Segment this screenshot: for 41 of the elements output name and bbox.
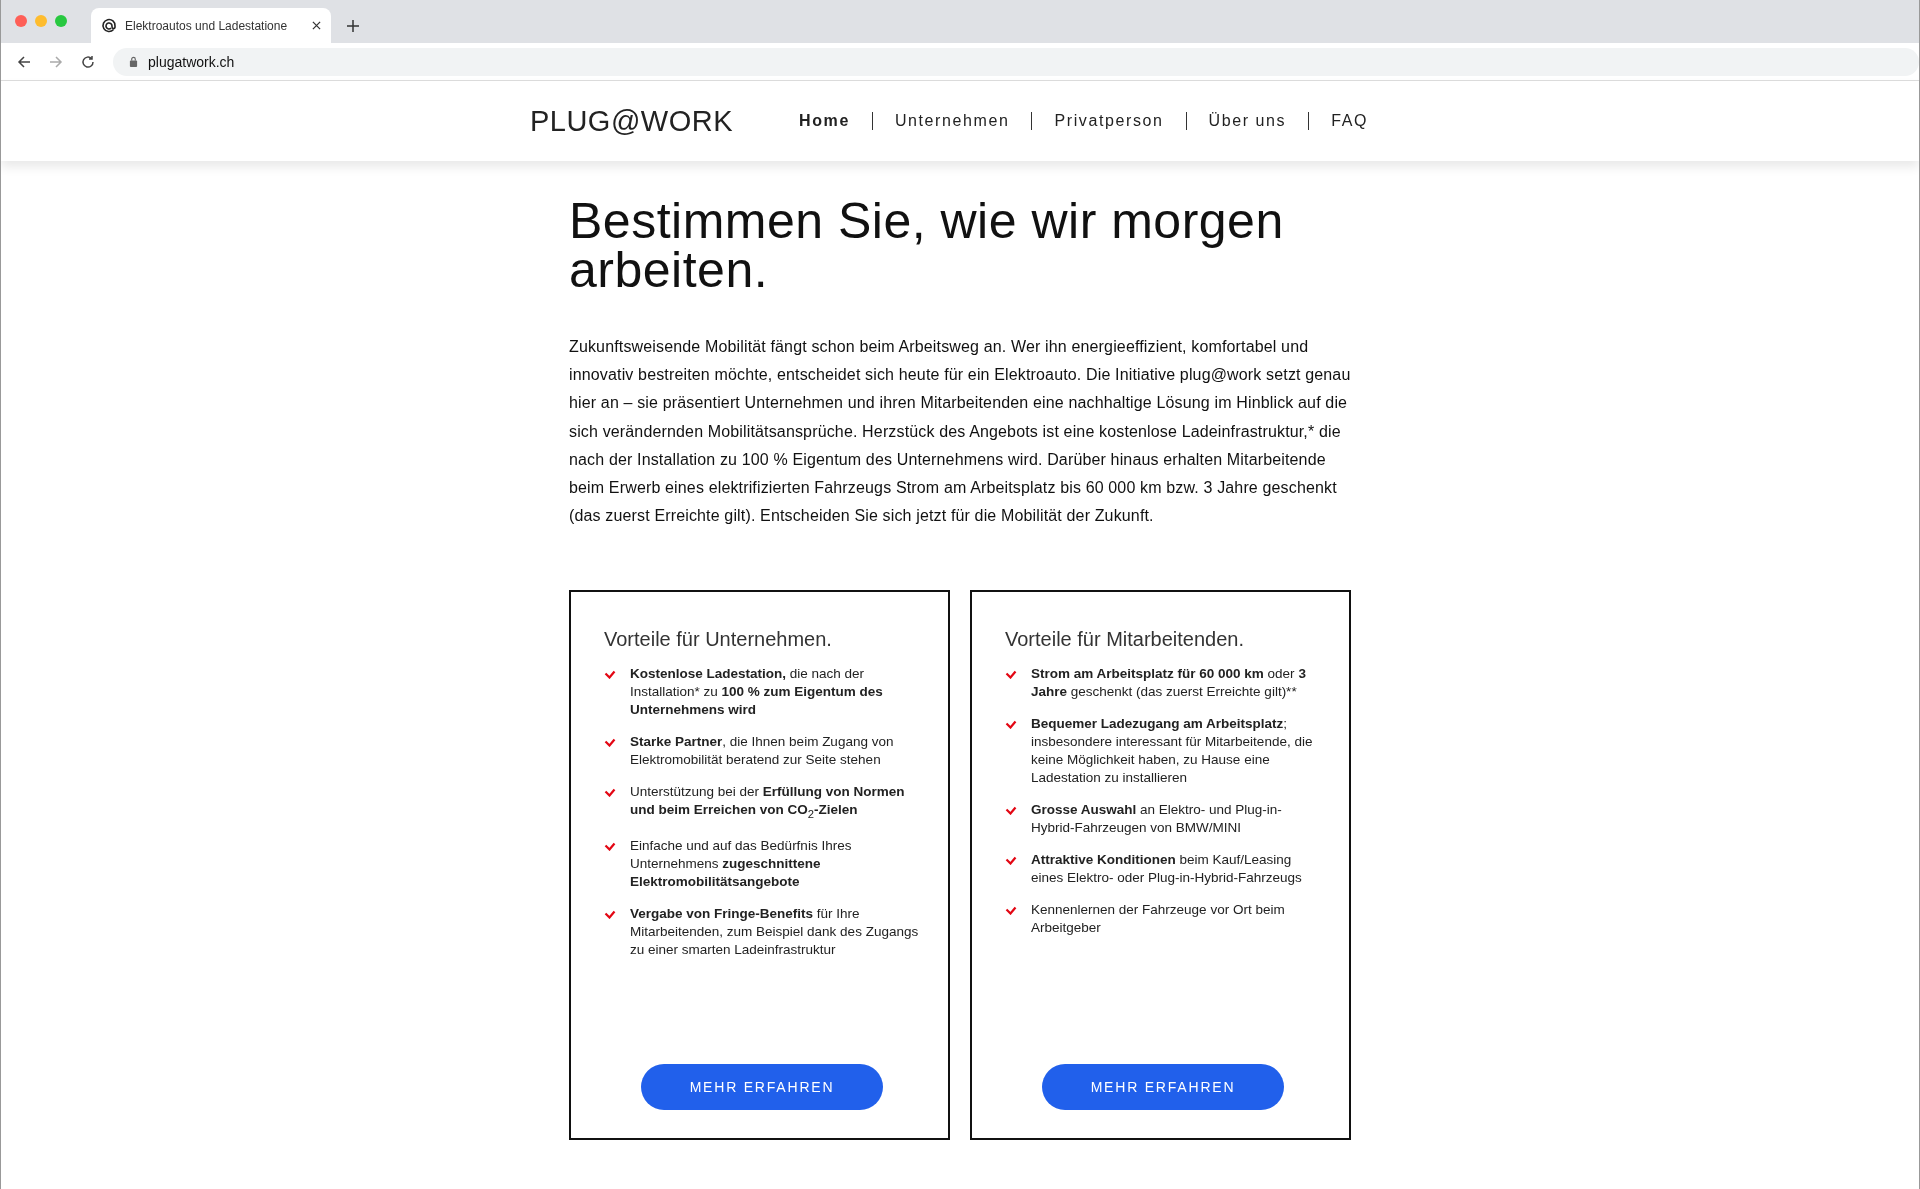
benefit-text: Kostenlose Ladestation, die nach der Installation* zu 100 % zum Eigentum des Unternehmens wird (630, 665, 884, 720)
address-field[interactable]: plugatwork.ch (113, 47, 1919, 76)
checkmark-icon (1005, 855, 1017, 866)
lock-icon (129, 56, 138, 67)
close-icon[interactable] (312, 21, 321, 30)
benefit-text: Attraktive Konditionen beim Kauf/Leasing eines Elektro- oder Plug-in-Hybrid-Fahrzeugs (1031, 851, 1303, 888)
tab-title: Elektroautos und Ladestatione (125, 18, 289, 33)
checkmark-icon (604, 737, 616, 748)
browser-tab[interactable]: Elektroautos und Ladestatione (91, 8, 331, 43)
intro-paragraph: Zukunftsweisende Mobilität fängt schon beim Arbeitsweg an. Wer ihn energieeffizient, komfortabel und innovativ bestreiten möchte, entscheidet sich heute für ein Elektroauto. Die Initiative plug@work setzt genau hier an – sie präsentiert Unternehmen und ihren Mitarbeitenden eine nachhaltige Lösung im Hinblick auf die sich verändernden Mobilitätsansprüche. Herzstück des Angebots ist eine kostenlose Ladeinfrastruktur,* die nach der Installation zu 100 % Eigentum des Unternehmens wird. Darüber hinaus erhalten Mitarbeitende beim Erwerb eines elektrifizierten Fahrzeugs Strom am Arbeitsplatz bis 60 000 km bzw. 3 Jahre geschenkt (das zuerst Erreichte gilt). Entscheiden Sie sich jetzt für die Mobilität der Zukunft. (569, 337, 1351, 527)
nav-link[interactable]: FAQ (1309, 112, 1391, 130)
benefit-text: Bequemer Ladezugang am Arbeitsplatz; insbesondere interessant für Mitarbeitende, die keine Möglichkeit haben, zu Hause eine Ladestation zu installieren (1031, 715, 1314, 788)
more-button[interactable]: MEHR ERFAHREN (641, 1064, 883, 1111)
benefit-text: Grosse Auswahl an Elektro- und Plug-in-Hybrid-Fahrzeugen von BMW/MINI (1031, 801, 1283, 838)
benefit-text: Unterstützung bei der Erfüllung von Normen und beim Erreichen von CO$_{2}$-Zielen (630, 783, 906, 823)
at-sign-icon (101, 17, 117, 34)
back-arrow-icon[interactable] (17, 54, 31, 69)
checkmark-icon (604, 787, 616, 798)
nav-link[interactable]: Privatperson (1032, 112, 1186, 130)
logo[interactable]: PLUG@WORK (529, 104, 734, 138)
reload-icon[interactable] (81, 54, 95, 69)
nav-link[interactable]: Home (777, 112, 872, 130)
benefit-text: Starke Partner, die Ihnen beim Zugang von Elektromobilität beratend zur Seite stehen (630, 733, 895, 770)
page-heading: Bestimmen Sie, wie wir morgen arbeiten. (569, 197, 1285, 295)
benefit-text: Einfache und auf das Bedürfnis Ihres Unternehmens zugeschnittene Elektromobilitätsangebote (630, 837, 853, 892)
card-title: Vorteile für Mitarbeitenden. (1005, 628, 1246, 652)
checkmark-icon (1005, 669, 1017, 680)
benefit-text: Vergabe von Fringe-Benefits für Ihre Mitarbeitenden, zum Beispiel dank des Zugangs zu einer smarten Ladeinfrastruktur (630, 905, 920, 960)
more-button[interactable]: MEHR ERFAHREN (1042, 1064, 1284, 1111)
checkmark-icon (1005, 719, 1017, 730)
card-title: Vorteile für Unternehmen. (604, 628, 833, 652)
benefit-text: Strom am Arbeitsplatz für 60 000 km oder 3 Jahre geschenkt (das zuerst Erreichte gilt)** (1031, 665, 1307, 702)
checkmark-icon (604, 841, 616, 852)
checkmark-icon (604, 909, 616, 920)
benefit-text: Kennenlernen der Fahrzeuge vor Ort beim Arbeitgeber (1031, 901, 1286, 938)
checkmark-icon (604, 669, 616, 680)
checkmark-icon (1005, 905, 1017, 916)
nav-link[interactable]: Über uns (1186, 112, 1309, 130)
checkmark-icon (1005, 805, 1017, 816)
nav-link[interactable]: Unternehmen (872, 112, 1032, 130)
new-tab-icon[interactable] (347, 20, 359, 32)
